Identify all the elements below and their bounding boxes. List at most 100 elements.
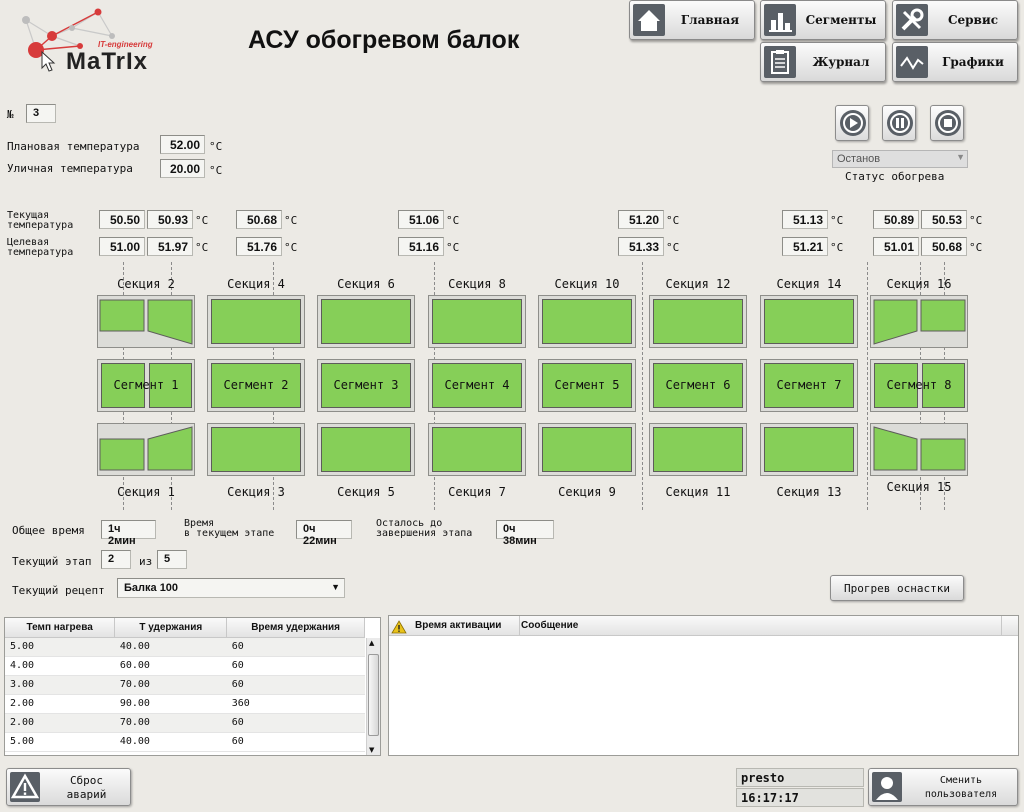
- heating-status-select[interactable]: Останов ▼: [832, 150, 968, 168]
- section-bottom-2[interactable]: [207, 423, 305, 476]
- plan-temp-value: 52.00: [160, 135, 205, 154]
- current-recipe-label: Текущий рецепт: [12, 584, 105, 597]
- current-temp-unit: °C: [446, 214, 460, 227]
- stop-button[interactable]: [930, 105, 964, 141]
- segment-8[interactable]: Сегмент 8: [870, 359, 968, 412]
- current-temp-value: 50.53: [921, 210, 967, 229]
- target-temp-value: 51.16: [398, 237, 444, 256]
- recipe-steps-table: Темп нагрева Т удержания Время удержания 5…: [4, 617, 381, 756]
- segment-4[interactable]: Сегмент 4: [428, 359, 526, 412]
- section-fill: [542, 299, 632, 344]
- segment-7[interactable]: Сегмент 7: [760, 359, 858, 412]
- nav-home-label: Главная: [680, 13, 740, 27]
- section-top-label: Секция 4: [227, 277, 285, 291]
- stage-time-value: 0ч 22мин: [296, 520, 352, 547]
- section-fill: [542, 427, 632, 472]
- warmup-tooling-button[interactable]: Прогрев оснастки: [830, 575, 964, 601]
- section-top-8[interactable]: [870, 295, 968, 348]
- section-fill: [211, 427, 301, 472]
- table-row[interactable]: 5.00 40.00 60: [5, 637, 365, 657]
- section-bottom-5[interactable]: [538, 423, 636, 476]
- segment-3[interactable]: Сегмент 3: [317, 359, 415, 412]
- recipe-col-header[interactable]: Время удержания: [226, 618, 365, 638]
- target-temp-unit: °C: [195, 241, 209, 254]
- target-temp-value: 51.01: [873, 237, 919, 256]
- table-cell: 40.00: [114, 732, 227, 752]
- outdoor-temp-value: 20.00: [160, 159, 205, 178]
- table-cell: 60: [226, 656, 365, 676]
- section-fill: [321, 427, 411, 472]
- section-top-4[interactable]: [428, 295, 526, 348]
- table-row[interactable]: 3.00 70.00 60: [5, 675, 365, 695]
- section-bottom-4[interactable]: [428, 423, 526, 476]
- section-top-5[interactable]: [538, 295, 636, 348]
- table-cell: 360: [226, 694, 365, 714]
- nav-journal-label: Журнал: [812, 55, 870, 69]
- tapered-section-icon: [99, 426, 193, 471]
- scroll-up-icon[interactable]: ▲: [369, 639, 374, 647]
- nav-segments-button[interactable]: Сегменты: [760, 0, 886, 40]
- section-bottom-7[interactable]: [760, 423, 858, 476]
- section-top-6[interactable]: [649, 295, 747, 348]
- table-row[interactable]: 2.00 90.00 360: [5, 694, 365, 714]
- recipe-col-header[interactable]: Т удержания: [114, 618, 228, 638]
- section-bottom-6[interactable]: [649, 423, 747, 476]
- section-top-7[interactable]: [760, 295, 858, 348]
- section-bottom-label: Секция 15: [886, 480, 952, 494]
- nav-charts-button[interactable]: Графики: [892, 42, 1018, 82]
- target-temp-unit: °C: [666, 241, 680, 254]
- reset-alarms-button[interactable]: Сброс аварий: [6, 768, 131, 806]
- target-temp-value: 50.68: [921, 237, 967, 256]
- nav-home-button[interactable]: Главная: [629, 0, 755, 40]
- warning-icon: [10, 772, 40, 802]
- tools-icon: [896, 4, 928, 36]
- segment-2[interactable]: Сегмент 2: [207, 359, 305, 412]
- recipe-select[interactable]: Балка 100 ▼: [117, 578, 345, 598]
- segment-6[interactable]: Сегмент 6: [649, 359, 747, 412]
- section-top-3[interactable]: [317, 295, 415, 348]
- start-button[interactable]: [835, 105, 869, 141]
- pause-button[interactable]: [882, 105, 916, 141]
- segment-5[interactable]: Сегмент 5: [538, 359, 636, 412]
- section-bottom-1[interactable]: [97, 423, 195, 476]
- table-row[interactable]: 4.00 60.00 60: [5, 656, 365, 676]
- table-row[interactable]: 2.00 70.00 60: [5, 713, 365, 733]
- recipe-col-header[interactable]: Темп нагрева: [5, 618, 116, 638]
- alarm-col-time[interactable]: Время активации: [415, 620, 501, 631]
- target-temp-unit: °C: [830, 241, 844, 254]
- alarm-col-message[interactable]: Сообщение: [521, 620, 578, 631]
- clock: 16:17:17: [736, 788, 864, 807]
- segment-1[interactable]: Сегмент 1: [97, 359, 195, 412]
- recipe-table-scrollbar[interactable]: ▲ ▼: [366, 638, 380, 755]
- section-top-label: Секция 2: [117, 277, 175, 291]
- change-user-button[interactable]: Сменить пользователя: [868, 768, 1018, 806]
- line-chart-icon: [896, 46, 928, 78]
- table-cell: 5.00: [5, 732, 115, 752]
- table-cell: 4.00: [5, 656, 115, 676]
- table-row[interactable]: 5.00 40.00 60: [5, 732, 365, 752]
- nav-service-button[interactable]: Сервис: [892, 0, 1018, 40]
- nav-journal-button[interactable]: Журнал: [760, 42, 886, 82]
- chevron-down-icon: ▼: [956, 152, 965, 162]
- table-cell: 2.00: [5, 713, 115, 733]
- app-title: АСУ обогревом балок: [248, 26, 520, 54]
- stage-time-label: Время в текущем этапе: [184, 518, 275, 539]
- current-temp-unit: °C: [830, 214, 844, 227]
- play-icon: [840, 110, 866, 136]
- recipe-select-value: Балка 100: [124, 582, 179, 594]
- section-bottom-3[interactable]: [317, 423, 415, 476]
- table-cell: 60: [226, 713, 365, 733]
- current-stage-label: Текущий этап: [12, 555, 92, 568]
- segment-label: Сегмент 1: [113, 378, 179, 392]
- segment-label: Сегмент 5: [554, 378, 620, 392]
- target-temp-value: 51.97: [147, 237, 193, 256]
- change-user-label: Сменить пользователя: [924, 775, 998, 800]
- scroll-thumb[interactable]: [368, 654, 379, 736]
- total-time-label: Общее время: [12, 524, 85, 537]
- table-cell: 60: [226, 732, 365, 752]
- section-top-1[interactable]: [97, 295, 195, 348]
- section-top-2[interactable]: [207, 295, 305, 348]
- scroll-down-icon[interactable]: ▼: [369, 746, 374, 754]
- section-bottom-8[interactable]: [870, 423, 968, 476]
- segment-label: Сегмент 2: [223, 378, 289, 392]
